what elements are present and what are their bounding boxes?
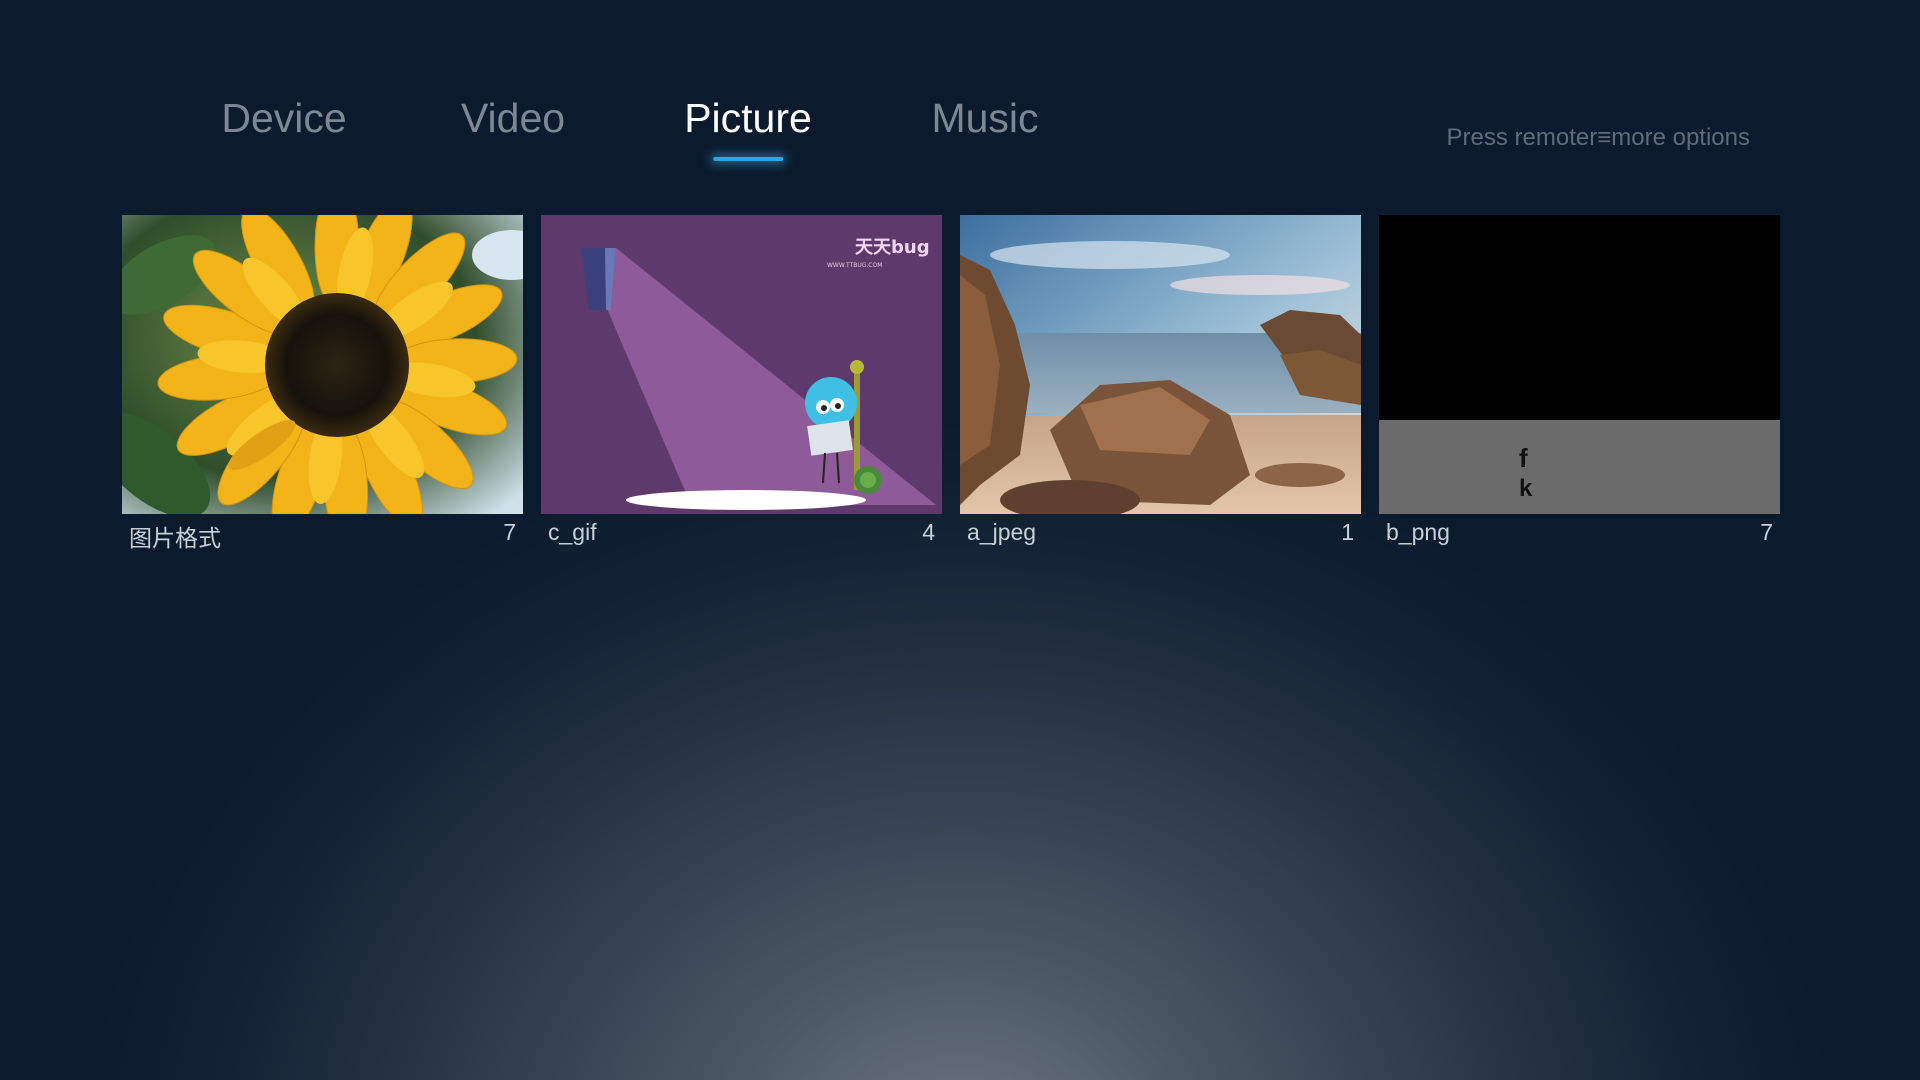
folder-title: a_jpeg: [967, 519, 1037, 545]
folder-card[interactable]: f k b_png 7: [1379, 215, 1780, 550]
folder-title: 图片格式: [129, 525, 221, 551]
folder-count: 7: [503, 519, 516, 545]
tab-picture-label: Picture: [684, 95, 812, 141]
hint-suffix: more options: [1611, 124, 1750, 151]
black-gray-png: f k: [1379, 215, 1780, 514]
sunflower-photo: [122, 215, 523, 514]
gif-logo: 天天bug: [855, 237, 930, 258]
tab-picture[interactable]: Picture: [684, 95, 812, 161]
folder-thumbnail: [122, 215, 523, 514]
active-tab-indicator: [712, 157, 783, 161]
folder-thumbnail: 天天bug WWW.TTBUG.COM: [541, 215, 942, 514]
folder-card[interactable]: 天天bug WWW.TTBUG.COM c_gif 4: [541, 215, 942, 550]
folder-thumbnail: f k: [1379, 215, 1780, 514]
cartoon-spotlight-gif: 天天bug WWW.TTBUG.COM: [541, 215, 942, 514]
folder-card[interactable]: 图片格式 7: [122, 215, 523, 551]
tab-device[interactable]: Device: [221, 95, 346, 142]
hint-prefix: Press remoter: [1446, 124, 1598, 151]
folder-count: 4: [922, 519, 935, 545]
png-text-line1: f: [1519, 443, 1528, 473]
tab-bar: Device Video Picture Music: [0, 95, 1200, 175]
folder-count: 7: [1760, 519, 1773, 545]
folder-title: b_png: [1386, 519, 1450, 545]
png-text-line2: k: [1519, 475, 1533, 502]
gif-url: WWW.TTBUG.COM: [827, 262, 882, 269]
rocky-beach-photo: [960, 215, 1361, 514]
folder-thumbnail: [960, 215, 1361, 514]
menu-icon: ≡: [1597, 124, 1612, 151]
folder-title: c_gif: [548, 519, 597, 545]
folder-count: 1: [1341, 519, 1354, 545]
tab-video[interactable]: Video: [461, 95, 565, 142]
tab-music[interactable]: Music: [931, 95, 1038, 142]
options-hint: Press remoter≡more options: [1447, 124, 1750, 152]
folder-card[interactable]: a_jpeg 1: [960, 215, 1361, 550]
